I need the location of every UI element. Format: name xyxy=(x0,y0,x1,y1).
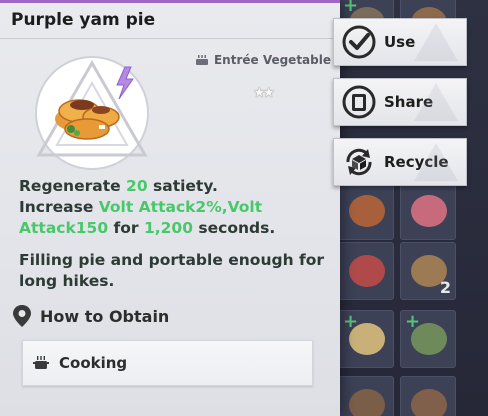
flavor-text: Filling pie and portable enough for long… xyxy=(19,251,325,290)
decorative-triangle xyxy=(414,83,458,121)
use-button[interactable]: Use xyxy=(333,18,467,66)
inventory-slot[interactable] xyxy=(338,376,394,416)
title-accent-bar xyxy=(0,0,340,3)
use-label: Use xyxy=(384,33,416,51)
inventory-slot[interactable]: + xyxy=(338,310,394,368)
satiety-value: 20 xyxy=(126,177,148,195)
source-label: Cooking xyxy=(59,354,128,372)
inventory-slot[interactable] xyxy=(338,242,394,300)
recycle-button[interactable]: Recycle xyxy=(333,138,467,186)
obtain-source-cooking[interactable]: Cooking xyxy=(22,340,313,386)
inventory-slot[interactable]: + xyxy=(400,310,456,368)
item-title: Purple yam pie xyxy=(11,10,156,30)
location-pin-icon xyxy=(13,305,31,327)
item-quantity: 2 xyxy=(439,278,451,297)
check-icon xyxy=(342,25,376,59)
item-category: Entrée Vegetable xyxy=(195,53,331,67)
purple-yam-pie-image xyxy=(35,56,149,170)
category-label: Entrée Vegetable xyxy=(213,53,331,67)
decorative-triangle xyxy=(414,23,458,61)
how-to-obtain-label: How to Obtain xyxy=(40,306,170,326)
effect-description: Regenerate 20 satiety. Increase Volt Att… xyxy=(19,176,329,239)
effect-line-satiety: Regenerate 20 satiety. xyxy=(19,177,218,195)
share-button[interactable]: Share xyxy=(333,78,467,126)
item-detail-panel: Purple yam pie Entrée Vegetable ★★ Regen… xyxy=(0,0,340,416)
share-icon xyxy=(342,85,376,119)
divider xyxy=(0,38,340,39)
effect-line-buff: Increase Volt Attack2%,Volt Attack150 fo… xyxy=(19,198,276,237)
how-to-obtain-heading: How to Obtain xyxy=(12,304,169,328)
cooking-pot-icon xyxy=(33,356,49,369)
inventory-slot[interactable] xyxy=(338,182,394,240)
inventory-slot[interactable] xyxy=(400,376,456,416)
inventory-slot[interactable] xyxy=(400,182,456,240)
rarity-stars: ★★ xyxy=(253,85,275,101)
decorative-triangle xyxy=(414,143,458,181)
recycle-icon xyxy=(342,145,376,179)
inventory-slot[interactable]: 2 xyxy=(400,242,456,300)
dish-icon xyxy=(195,55,208,65)
buff-duration: 1,200 xyxy=(143,219,193,237)
